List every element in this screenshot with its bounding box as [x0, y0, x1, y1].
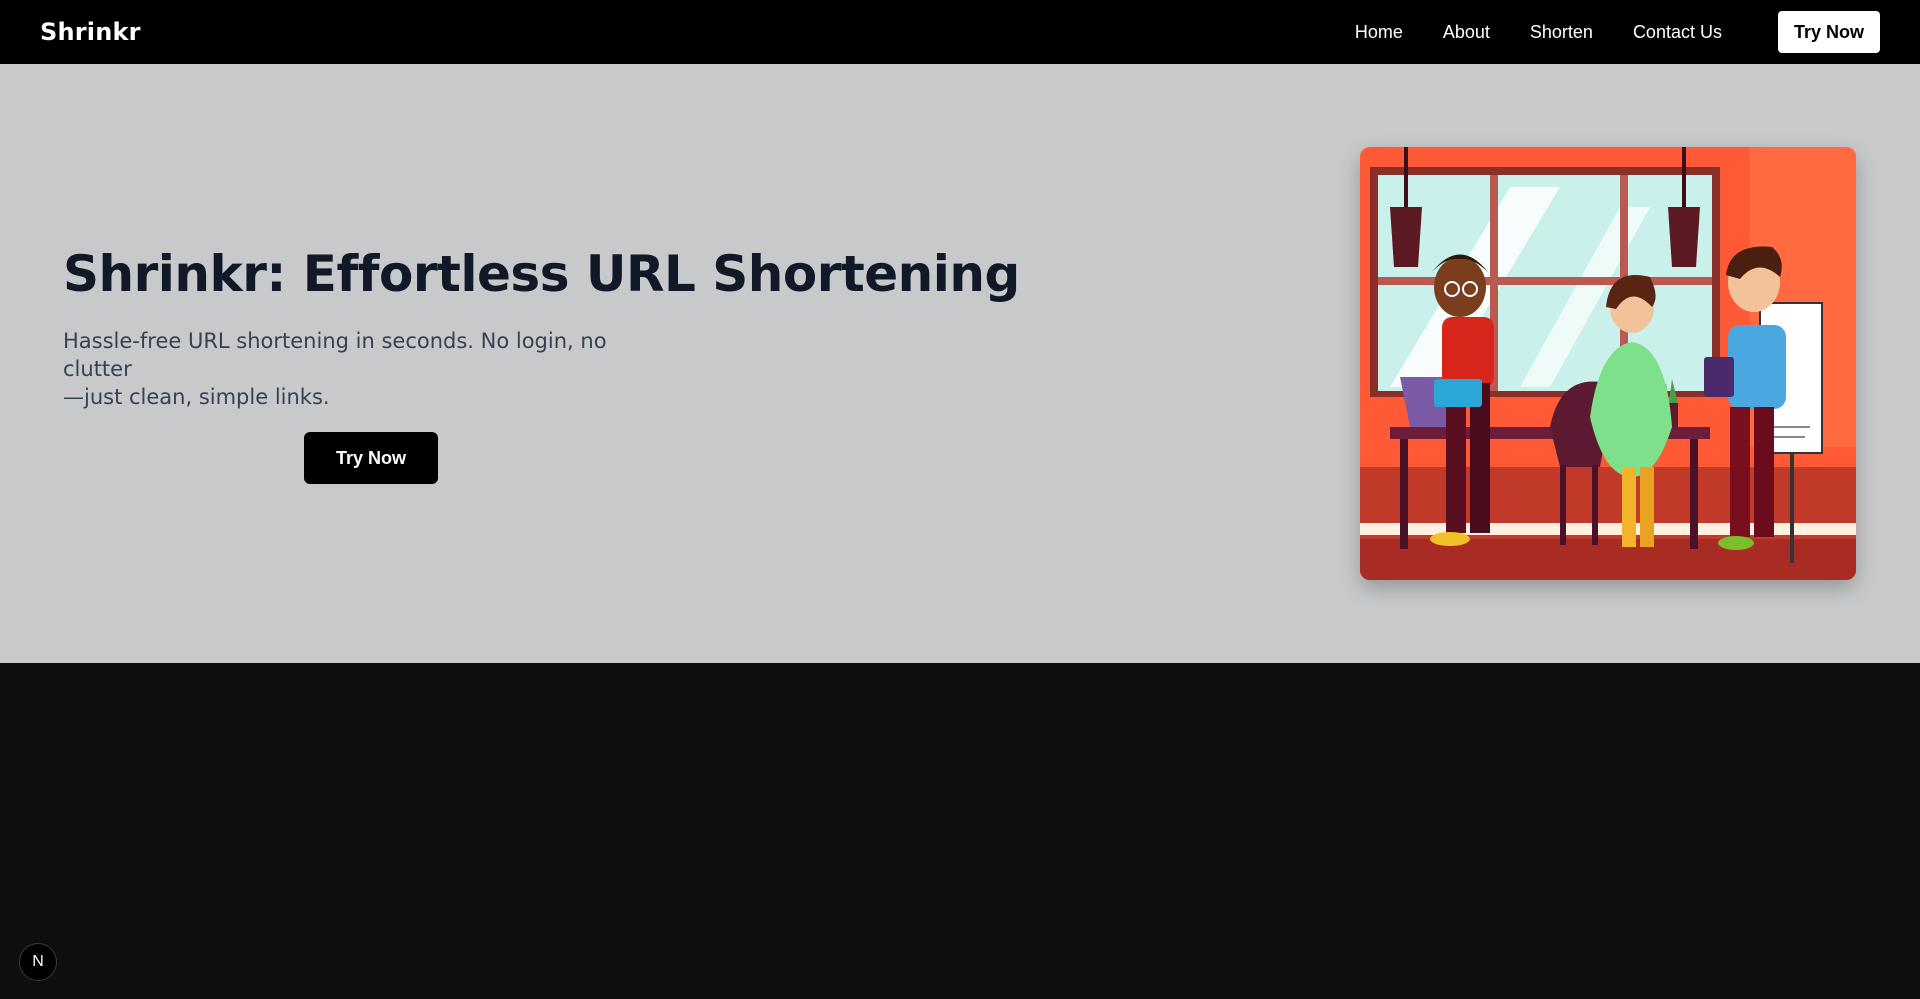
top-navbar: Shrinkr Home About Shorten Contact Us Tr… [0, 0, 1920, 64]
hero-try-now-button[interactable]: Try Now [304, 432, 438, 484]
hero-title: Shrinkr: Effortless URL Shortening [63, 245, 1020, 303]
brand-logo[interactable]: Shrinkr [40, 18, 141, 46]
hero-subtitle-line-2: —just clean, simple links. [63, 385, 330, 409]
nav-try-now-button[interactable]: Try Now [1777, 11, 1880, 53]
dark-section [0, 663, 1920, 999]
hero-subtitle: Hassle-free URL shortening in seconds. N… [63, 327, 663, 411]
team-office-illustration [1360, 147, 1856, 580]
illustration-svg [1360, 147, 1856, 580]
nav-right: Home About Shorten Contact Us Try Now [1355, 11, 1880, 53]
nav-link-home[interactable]: Home [1355, 22, 1403, 43]
hero-subtitle-line-1: Hassle-free URL shortening in seconds. N… [63, 329, 607, 381]
nav-links: Home About Shorten Contact Us [1355, 22, 1722, 43]
nav-link-about[interactable]: About [1443, 22, 1490, 43]
nextjs-badge-icon[interactable]: N [19, 943, 57, 981]
hero-section: Shrinkr: Effortless URL Shortening Hassl… [0, 64, 1920, 663]
nav-link-contact[interactable]: Contact Us [1633, 22, 1722, 43]
nav-link-shorten[interactable]: Shorten [1530, 22, 1593, 43]
